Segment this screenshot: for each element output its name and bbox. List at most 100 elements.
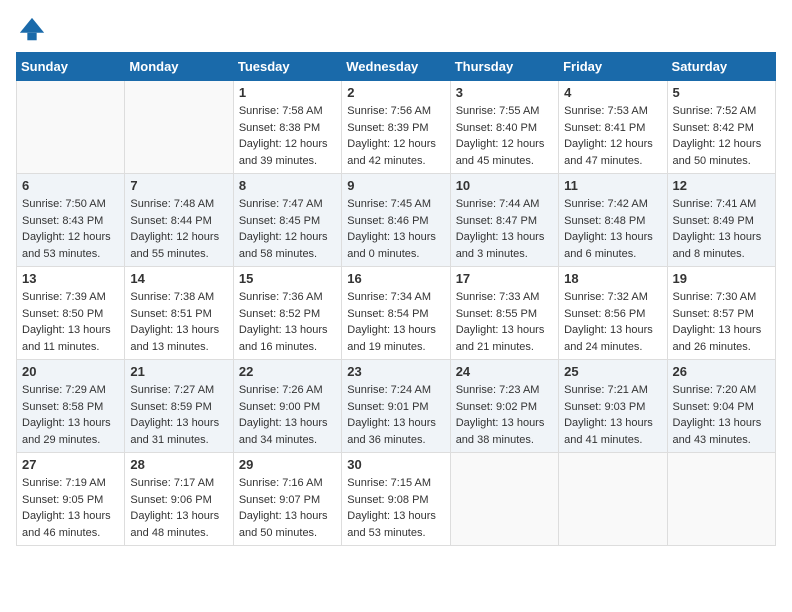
day-info: Sunrise: 7:34 AMSunset: 8:54 PMDaylight:… [347, 289, 444, 355]
day-number: 29 [239, 457, 336, 472]
day-info: Sunrise: 7:19 AMSunset: 9:05 PMDaylight:… [22, 475, 119, 541]
day-info: Sunrise: 7:17 AMSunset: 9:06 PMDaylight:… [130, 475, 227, 541]
calendar-day-cell [667, 453, 775, 546]
calendar-day-cell: 15 Sunrise: 7:36 AMSunset: 8:52 PMDayligh… [233, 267, 341, 360]
calendar-day-cell: 30 Sunrise: 7:15 AMSunset: 9:08 PMDayligh… [342, 453, 450, 546]
weekday-header: Saturday [667, 53, 775, 81]
day-info: Sunrise: 7:16 AMSunset: 9:07 PMDaylight:… [239, 475, 336, 541]
calendar-day-cell: 17 Sunrise: 7:33 AMSunset: 8:55 PMDayligh… [450, 267, 558, 360]
day-number: 1 [239, 85, 336, 100]
day-number: 19 [673, 271, 770, 286]
day-info: Sunrise: 7:55 AMSunset: 8:40 PMDaylight:… [456, 103, 553, 169]
calendar-day-cell: 29 Sunrise: 7:16 AMSunset: 9:07 PMDayligh… [233, 453, 341, 546]
calendar-day-cell: 6 Sunrise: 7:50 AMSunset: 8:43 PMDaylight… [17, 174, 125, 267]
day-number: 13 [22, 271, 119, 286]
weekday-header: Monday [125, 53, 233, 81]
day-number: 8 [239, 178, 336, 193]
day-info: Sunrise: 7:29 AMSunset: 8:58 PMDaylight:… [22, 382, 119, 448]
calendar-day-cell: 21 Sunrise: 7:27 AMSunset: 8:59 PMDayligh… [125, 360, 233, 453]
day-number: 12 [673, 178, 770, 193]
day-number: 27 [22, 457, 119, 472]
calendar-day-cell: 11 Sunrise: 7:42 AMSunset: 8:48 PMDayligh… [559, 174, 667, 267]
day-info: Sunrise: 7:36 AMSunset: 8:52 PMDaylight:… [239, 289, 336, 355]
calendar-day-cell: 8 Sunrise: 7:47 AMSunset: 8:45 PMDaylight… [233, 174, 341, 267]
day-info: Sunrise: 7:41 AMSunset: 8:49 PMDaylight:… [673, 196, 770, 262]
calendar-day-cell: 27 Sunrise: 7:19 AMSunset: 9:05 PMDayligh… [17, 453, 125, 546]
day-number: 23 [347, 364, 444, 379]
day-number: 5 [673, 85, 770, 100]
calendar-table: SundayMondayTuesdayWednesdayThursdayFrid… [16, 52, 776, 546]
day-number: 15 [239, 271, 336, 286]
calendar-day-cell: 13 Sunrise: 7:39 AMSunset: 8:50 PMDayligh… [17, 267, 125, 360]
calendar-day-cell: 2 Sunrise: 7:56 AMSunset: 8:39 PMDaylight… [342, 81, 450, 174]
logo [16, 16, 46, 44]
day-number: 25 [564, 364, 661, 379]
day-info: Sunrise: 7:52 AMSunset: 8:42 PMDaylight:… [673, 103, 770, 169]
day-info: Sunrise: 7:39 AMSunset: 8:50 PMDaylight:… [22, 289, 119, 355]
calendar-week-row: 27 Sunrise: 7:19 AMSunset: 9:05 PMDayligh… [17, 453, 776, 546]
day-info: Sunrise: 7:47 AMSunset: 8:45 PMDaylight:… [239, 196, 336, 262]
calendar-day-cell [559, 453, 667, 546]
day-number: 26 [673, 364, 770, 379]
day-info: Sunrise: 7:44 AMSunset: 8:47 PMDaylight:… [456, 196, 553, 262]
calendar-day-cell: 26 Sunrise: 7:20 AMSunset: 9:04 PMDayligh… [667, 360, 775, 453]
day-number: 16 [347, 271, 444, 286]
day-number: 2 [347, 85, 444, 100]
weekday-header: Friday [559, 53, 667, 81]
day-info: Sunrise: 7:23 AMSunset: 9:02 PMDaylight:… [456, 382, 553, 448]
day-number: 14 [130, 271, 227, 286]
day-info: Sunrise: 7:45 AMSunset: 8:46 PMDaylight:… [347, 196, 444, 262]
calendar-day-cell: 4 Sunrise: 7:53 AMSunset: 8:41 PMDaylight… [559, 81, 667, 174]
day-number: 28 [130, 457, 227, 472]
day-number: 7 [130, 178, 227, 193]
calendar-day-cell: 19 Sunrise: 7:30 AMSunset: 8:57 PMDayligh… [667, 267, 775, 360]
day-number: 11 [564, 178, 661, 193]
calendar-week-row: 1Sunrise: 7:58 AMSunset: 8:38 PMDaylight… [17, 81, 776, 174]
calendar-day-cell [450, 453, 558, 546]
calendar-day-cell [125, 81, 233, 174]
weekday-header: Sunday [17, 53, 125, 81]
day-number: 22 [239, 364, 336, 379]
day-info: Sunrise: 7:24 AMSunset: 9:01 PMDaylight:… [347, 382, 444, 448]
calendar-day-cell: 10 Sunrise: 7:44 AMSunset: 8:47 PMDayligh… [450, 174, 558, 267]
day-info: Sunrise: 7:53 AMSunset: 8:41 PMDaylight:… [564, 103, 661, 169]
day-number: 21 [130, 364, 227, 379]
day-info: Sunrise: 7:30 AMSunset: 8:57 PMDaylight:… [673, 289, 770, 355]
weekday-header: Wednesday [342, 53, 450, 81]
day-number: 4 [564, 85, 661, 100]
day-info: Sunrise: 7:27 AMSunset: 8:59 PMDaylight:… [130, 382, 227, 448]
day-number: 18 [564, 271, 661, 286]
day-info: Sunrise: 7:42 AMSunset: 8:48 PMDaylight:… [564, 196, 661, 262]
day-info: Sunrise: 7:50 AMSunset: 8:43 PMDaylight:… [22, 196, 119, 262]
day-number: 17 [456, 271, 553, 286]
day-number: 9 [347, 178, 444, 193]
calendar-day-cell: 18Sunrise: 7:32 AMSunset: 8:56 PMDayligh… [559, 267, 667, 360]
calendar-day-cell: 23 Sunrise: 7:24 AMSunset: 9:01 PMDayligh… [342, 360, 450, 453]
calendar-week-row: 20Sunrise: 7:29 AMSunset: 8:58 PMDayligh… [17, 360, 776, 453]
calendar-day-cell: 14Sunrise: 7:38 AMSunset: 8:51 PMDayligh… [125, 267, 233, 360]
weekday-header: Tuesday [233, 53, 341, 81]
day-info: Sunrise: 7:21 AMSunset: 9:03 PMDaylight:… [564, 382, 661, 448]
calendar-day-cell: 25 Sunrise: 7:21 AMSunset: 9:03 PMDayligh… [559, 360, 667, 453]
weekday-header: Thursday [450, 53, 558, 81]
day-info: Sunrise: 7:15 AMSunset: 9:08 PMDaylight:… [347, 475, 444, 541]
calendar-day-cell: 9 Sunrise: 7:45 AMSunset: 8:46 PMDaylight… [342, 174, 450, 267]
logo-icon [18, 16, 46, 44]
calendar-day-cell: 28 Sunrise: 7:17 AMSunset: 9:06 PMDayligh… [125, 453, 233, 546]
day-info: Sunrise: 7:56 AMSunset: 8:39 PMDaylight:… [347, 103, 444, 169]
calendar-day-cell: 22Sunrise: 7:26 AMSunset: 9:00 PMDayligh… [233, 360, 341, 453]
day-info: Sunrise: 7:33 AMSunset: 8:55 PMDaylight:… [456, 289, 553, 355]
calendar-day-cell: 5 Sunrise: 7:52 AMSunset: 8:42 PMDaylight… [667, 81, 775, 174]
calendar-week-row: 13 Sunrise: 7:39 AMSunset: 8:50 PMDayligh… [17, 267, 776, 360]
calendar-day-cell: 3Sunrise: 7:55 AMSunset: 8:40 PMDaylight… [450, 81, 558, 174]
calendar-day-cell: 12 Sunrise: 7:41 AMSunset: 8:49 PMDayligh… [667, 174, 775, 267]
day-number: 30 [347, 457, 444, 472]
day-info: Sunrise: 7:20 AMSunset: 9:04 PMDaylight:… [673, 382, 770, 448]
calendar-day-cell: 24 Sunrise: 7:23 AMSunset: 9:02 PMDayligh… [450, 360, 558, 453]
day-number: 24 [456, 364, 553, 379]
day-number: 10 [456, 178, 553, 193]
calendar-week-row: 6 Sunrise: 7:50 AMSunset: 8:43 PMDaylight… [17, 174, 776, 267]
calendar-day-cell: 20Sunrise: 7:29 AMSunset: 8:58 PMDayligh… [17, 360, 125, 453]
day-number: 6 [22, 178, 119, 193]
calendar-header-row: SundayMondayTuesdayWednesdayThursdayFrid… [17, 53, 776, 81]
